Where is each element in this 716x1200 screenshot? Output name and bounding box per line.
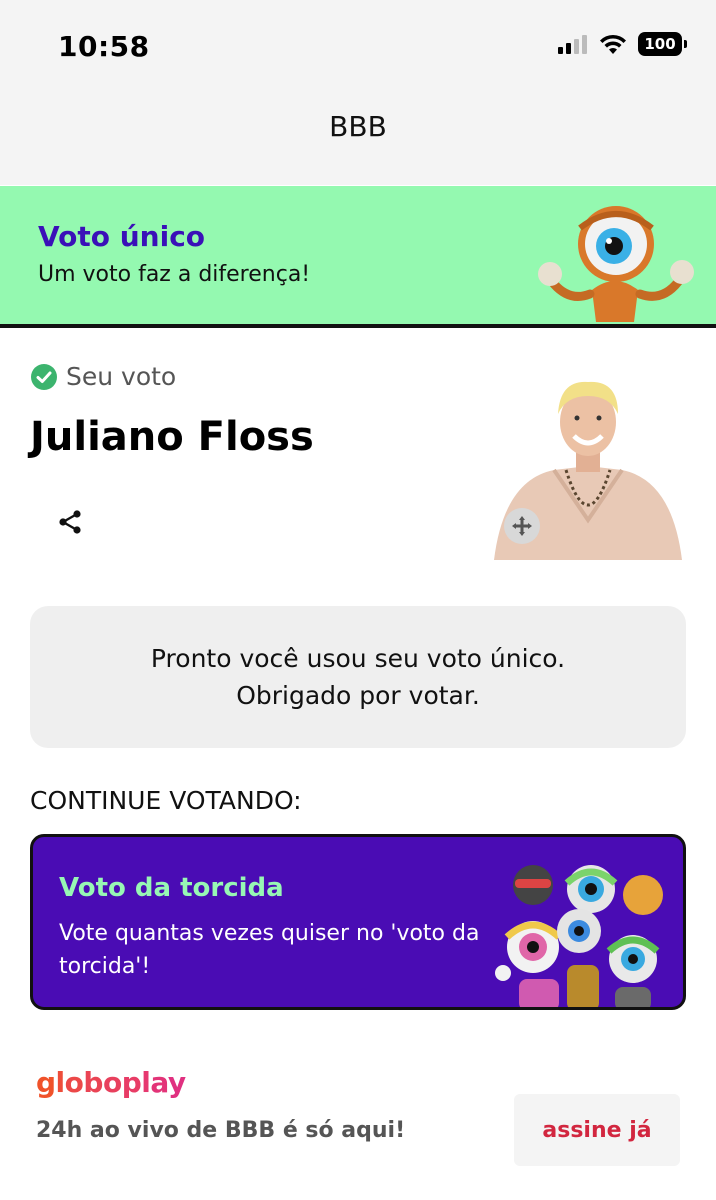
banner-subtitle: Um voto faz a diferença! bbox=[38, 262, 311, 287]
card-description: Vote quantas vezes quiser no 'voto da to… bbox=[59, 921, 480, 979]
page-title: BBB bbox=[329, 110, 387, 143]
subscribe-button[interactable]: assine já bbox=[514, 1094, 680, 1166]
mascots-illustration bbox=[495, 865, 663, 1007]
continue-voting-heading: CONTINUE VOTANDO: bbox=[30, 786, 302, 815]
battery-icon: 100 bbox=[638, 32, 687, 56]
banner-title: Voto único bbox=[38, 220, 206, 253]
unique-vote-banner: Voto único Um voto faz a diferença! bbox=[0, 186, 716, 328]
eye-mascot-illustration bbox=[538, 206, 694, 322]
wifi-icon bbox=[600, 34, 626, 54]
fan-vote-card[interactable]: Voto da torcida Vote quantas vezes quise… bbox=[30, 834, 686, 1010]
confirmation-line-2: Obrigado por votar. bbox=[236, 681, 480, 710]
confirmation-line-1: Pronto você usou seu voto único. bbox=[150, 644, 566, 673]
check-circle-icon bbox=[31, 363, 57, 390]
vote-confirmation-box: Pronto você usou seu voto único. Obrigad… bbox=[30, 606, 686, 748]
status-icons: 100 bbox=[558, 32, 687, 56]
move-icon bbox=[512, 516, 532, 536]
share-button[interactable] bbox=[50, 502, 90, 542]
status-time: 10:58 bbox=[58, 30, 150, 63]
footer-promo-text: 24h ao vivo de BBB é só aqui! bbox=[36, 1118, 406, 1143]
your-vote-label: Seu voto bbox=[30, 362, 176, 391]
your-vote-text: Seu voto bbox=[66, 362, 177, 391]
share-icon bbox=[59, 510, 81, 534]
globoplay-logo: globoplay bbox=[36, 1066, 186, 1099]
card-title: Voto da torcida bbox=[59, 873, 284, 903]
signal-icon bbox=[558, 35, 587, 54]
move-button[interactable] bbox=[504, 508, 540, 544]
candidate-name: Juliano Floss bbox=[30, 414, 314, 460]
top-bar: 10:58 100 BBB bbox=[0, 0, 716, 185]
